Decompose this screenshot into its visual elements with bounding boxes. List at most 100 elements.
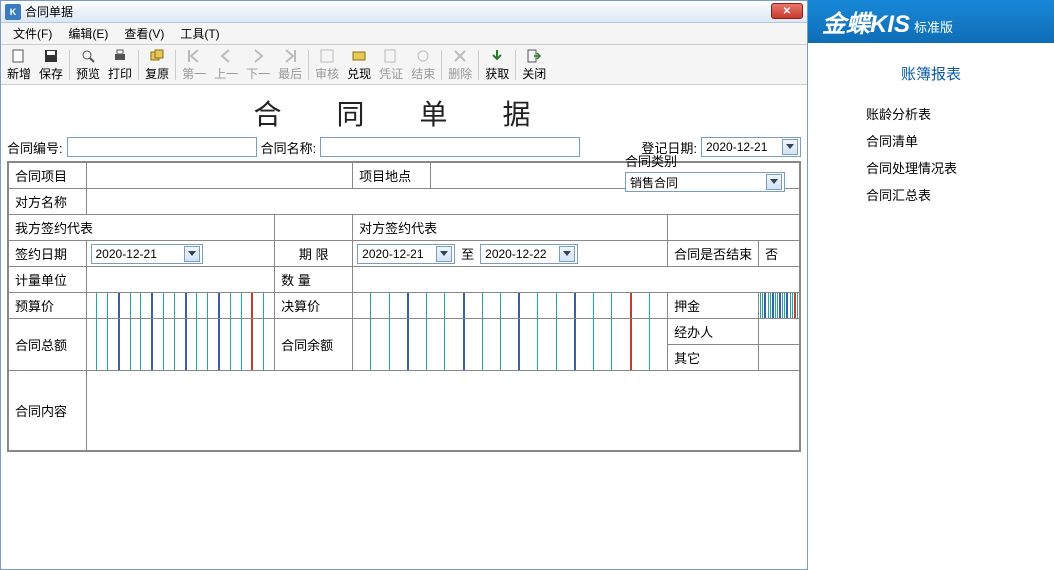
menu-file[interactable]: 文件(F) (5, 23, 60, 44)
tool-cash[interactable]: 兑现 (343, 46, 375, 84)
sign-date-picker[interactable]: 2020-12-21 (91, 244, 203, 264)
total-value[interactable] (86, 319, 275, 371)
nav-item-list[interactable]: 合同清单 (866, 127, 1044, 154)
budget-label: 预算价 (8, 293, 86, 319)
reg-date-picker[interactable]: 2020-12-21 (701, 137, 801, 157)
last-icon (282, 48, 298, 64)
tool-delete: 删除 (444, 46, 476, 84)
other-row-value[interactable] (759, 345, 800, 371)
content-value[interactable] (86, 371, 800, 451)
final-value[interactable] (353, 293, 668, 319)
sign-date-label: 签约日期 (8, 241, 86, 267)
right-panel: 金蝶KIS 标准版 账簿报表 账龄分析表 合同清单 合同处理情况表 合同汇总表 (808, 0, 1054, 570)
category-label: 合同类别 (625, 151, 677, 170)
total-label: 合同总额 (8, 319, 86, 371)
final-label: 决算价 (275, 293, 353, 319)
menu-tool[interactable]: 工具(T) (172, 23, 227, 44)
unit-value[interactable] (86, 267, 275, 293)
close-icon: ✕ (783, 6, 791, 17)
audit-icon (319, 48, 335, 64)
qty-label: 数 量 (275, 267, 353, 293)
tool-first: 第一 (178, 46, 210, 84)
tool-audit: 审核 (311, 46, 343, 84)
other-sign-label: 对方签约代表 (353, 215, 668, 241)
contract-name-input[interactable] (320, 137, 580, 157)
nav-title: 账簿报表 (818, 53, 1044, 100)
app-icon: K (5, 4, 21, 20)
category-select[interactable]: 销售合同 (625, 172, 785, 192)
chevron-down-icon[interactable] (766, 174, 782, 190)
other-row-label: 其它 (668, 345, 759, 371)
cash-icon (351, 48, 367, 64)
nav-item-process[interactable]: 合同处理情况表 (866, 154, 1044, 181)
fetch-icon (489, 48, 505, 64)
first-icon (186, 48, 202, 64)
deposit-value[interactable] (759, 293, 800, 319)
doc-title: 合 同 单 据 (7, 89, 801, 137)
brand-sub: 标准版 (914, 17, 953, 36)
project-label: 合同项目 (8, 162, 86, 189)
menubar: 文件(F) 编辑(E) 查看(V) 工具(T) (1, 23, 807, 45)
deposit-label: 押金 (668, 293, 759, 319)
contract-no-input[interactable] (67, 137, 257, 157)
exit-icon (526, 48, 542, 64)
tool-prev: 上一 (210, 46, 242, 84)
voucher-icon (383, 48, 399, 64)
unit-label: 计量单位 (8, 267, 86, 293)
tool-last: 最后 (274, 46, 306, 84)
other-sign-value[interactable] (668, 215, 800, 241)
brand-main: 金蝶KIS (822, 4, 910, 39)
tool-print[interactable]: 打印 (104, 46, 136, 84)
window-title: 合同单据 (25, 3, 73, 20)
new-icon (11, 48, 27, 64)
contract-name-label: 合同名称: (261, 138, 317, 157)
project-value[interactable] (86, 162, 353, 189)
chevron-down-icon[interactable] (184, 246, 200, 262)
tool-restore[interactable]: 复原 (141, 46, 173, 84)
next-icon (250, 48, 266, 64)
tool-close[interactable]: 关闭 (518, 46, 550, 84)
titlebar: K 合同单据 ✕ (1, 1, 807, 23)
settled-label: 合同是否结束 (668, 241, 759, 267)
budget-value[interactable] (86, 293, 275, 319)
menu-view[interactable]: 查看(V) (116, 23, 172, 44)
delete-icon (452, 48, 468, 64)
save-icon (43, 48, 59, 64)
tool-voucher: 凭证 (375, 46, 407, 84)
term-label: 期 限 (275, 241, 353, 267)
tool-fetch[interactable]: 获取 (481, 46, 513, 84)
term-from-picker[interactable]: 2020-12-21 (357, 244, 455, 264)
qty-value[interactable] (353, 267, 800, 293)
term-to-picker[interactable]: 2020-12-22 (480, 244, 578, 264)
menu-edit[interactable]: 编辑(E) (60, 23, 116, 44)
tool-settle: 结束 (407, 46, 439, 84)
close-button[interactable]: ✕ (771, 3, 803, 19)
content-label: 合同内容 (8, 371, 86, 451)
tool-new[interactable]: 新增 (3, 46, 35, 84)
form-table: 合同项目 项目地点 对方名称 我方签约代表 对方签约代表 签约日期 2020-1… (7, 161, 801, 452)
handler-value[interactable] (759, 319, 800, 345)
our-sign-label: 我方签约代表 (8, 215, 275, 241)
to-label: 至 (461, 244, 474, 263)
other-name-label: 对方名称 (8, 189, 86, 215)
balance-value[interactable] (353, 319, 668, 371)
settle-icon (415, 48, 431, 64)
chevron-down-icon[interactable] (559, 246, 575, 262)
chevron-down-icon[interactable] (782, 139, 798, 155)
content-area: 合 同 单 据 合同类别 销售合同 合同编号: 合同名称: 登记日期: 2020… (1, 85, 807, 569)
nav-item-aging[interactable]: 账龄分析表 (866, 100, 1044, 127)
nav-item-summary[interactable]: 合同汇总表 (866, 181, 1044, 208)
toolbar: 新增 保存 预览 打印 复原 第一 上一 下一 最后 审核 兑现 凭证 结束 删… (1, 45, 807, 85)
chevron-down-icon[interactable] (436, 246, 452, 262)
prev-icon (218, 48, 234, 64)
tool-next: 下一 (242, 46, 274, 84)
handler-label: 经办人 (668, 319, 759, 345)
our-sign-value[interactable] (275, 215, 353, 241)
contract-no-label: 合同编号: (7, 138, 63, 157)
tool-preview[interactable]: 预览 (72, 46, 104, 84)
brand-banner: 金蝶KIS 标准版 (808, 0, 1054, 43)
tool-save[interactable]: 保存 (35, 46, 67, 84)
project-loc-label: 项目地点 (353, 162, 431, 189)
settled-value: 否 (759, 241, 800, 267)
print-icon (112, 48, 128, 64)
